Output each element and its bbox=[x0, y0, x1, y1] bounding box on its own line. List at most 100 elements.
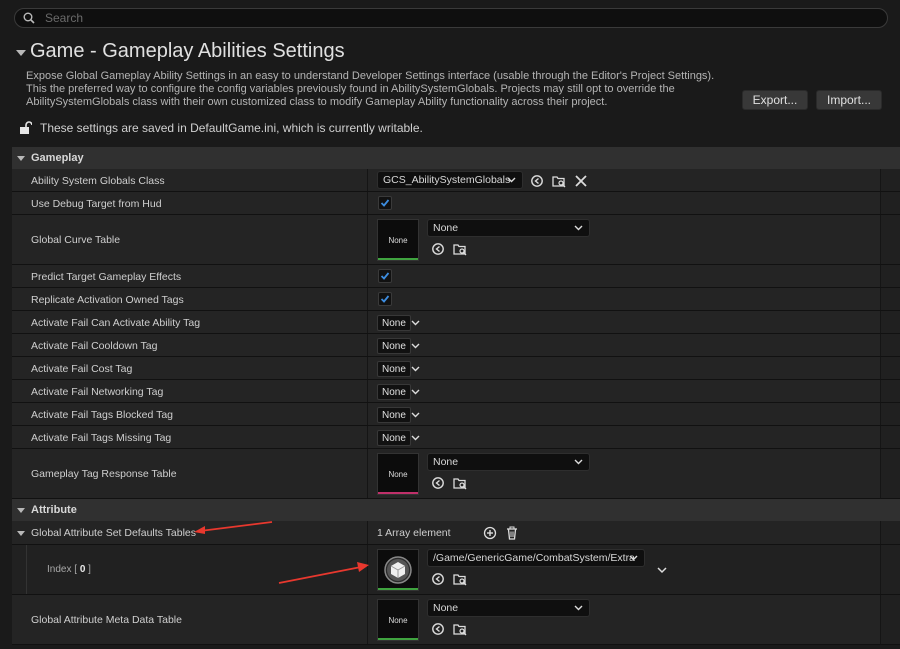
element-options-chevron-icon[interactable] bbox=[655, 563, 669, 577]
column-divider bbox=[367, 192, 368, 214]
property-row-fail-cooldown: Activate Fail Cooldown Tag None bbox=[12, 334, 880, 357]
search-icon bbox=[23, 12, 35, 24]
property-row-ability-system-globals-class: Ability System Globals Class GCS_Ability… bbox=[12, 169, 880, 192]
chevron-down-icon bbox=[507, 177, 516, 183]
asset-thumbnail[interactable] bbox=[377, 549, 419, 591]
combo-value: None bbox=[433, 602, 459, 614]
browse-folder-icon[interactable] bbox=[453, 622, 467, 636]
export-button[interactable]: Export... bbox=[742, 90, 808, 110]
predict-target-checkbox[interactable] bbox=[378, 269, 392, 283]
chevron-down-icon bbox=[574, 225, 583, 231]
property-row-use-debug-target: Use Debug Target from Hud bbox=[12, 192, 880, 215]
row-extension-strip bbox=[880, 265, 900, 288]
property-label: Activate Fail Networking Tag bbox=[31, 386, 164, 398]
tag-picker-button[interactable]: None bbox=[377, 361, 411, 377]
asset-picker-combo[interactable]: None bbox=[427, 453, 590, 471]
property-row-global-curve-table: Global Curve Table None None bbox=[12, 215, 880, 265]
property-label: Predict Target Gameplay Effects bbox=[31, 271, 182, 283]
chevron-down-icon bbox=[629, 555, 638, 561]
asset-thumbnail[interactable]: None bbox=[377, 453, 419, 495]
property-label: Ability System Globals Class bbox=[31, 175, 165, 187]
row-extension-strip bbox=[880, 403, 900, 426]
row-extension-strip bbox=[880, 192, 900, 215]
property-label: Use Debug Target from Hud bbox=[31, 198, 162, 210]
category-attribute[interactable]: Attribute bbox=[12, 499, 900, 521]
settings-header: Game - Gameplay Abilities Settings bbox=[16, 40, 345, 63]
combo-value: GCS_AbilitySystemGlobals bbox=[383, 174, 511, 186]
settings-description: Expose Global Gameplay Ability Settings … bbox=[26, 70, 726, 109]
data-table-asset-icon bbox=[384, 556, 412, 584]
asset-type-bar bbox=[378, 638, 418, 640]
chevron-down-icon[interactable] bbox=[411, 389, 420, 395]
property-row-fail-tags-blocked: Activate Fail Tags Blocked Tag None bbox=[12, 403, 880, 426]
use-selected-icon[interactable] bbox=[431, 572, 445, 586]
add-element-icon[interactable] bbox=[483, 526, 497, 540]
search-bar[interactable] bbox=[14, 8, 888, 28]
combo-value: None bbox=[433, 456, 459, 468]
asset-picker-combo[interactable]: None bbox=[427, 599, 590, 617]
property-row-attribute-defaults-tables: Global Attribute Set Defaults Tables 1 A… bbox=[12, 521, 880, 545]
unlocked-icon bbox=[20, 121, 32, 134]
column-divider bbox=[367, 334, 368, 356]
use-selected-icon[interactable] bbox=[530, 174, 544, 188]
index-prefix: Index [ bbox=[47, 564, 80, 575]
row-extension-strip bbox=[880, 521, 900, 545]
property-label: Replicate Activation Owned Tags bbox=[31, 294, 184, 306]
array-element-row: Index [ 0 ] /Game/GenericGame/CombatSyst… bbox=[12, 545, 880, 595]
chevron-down-icon[interactable] bbox=[411, 366, 420, 372]
replicate-tags-checkbox[interactable] bbox=[378, 292, 392, 306]
clear-icon[interactable] bbox=[574, 174, 588, 188]
details-panel: Gameplay Ability System Globals Class GC… bbox=[12, 147, 900, 649]
browse-folder-icon[interactable] bbox=[453, 476, 467, 490]
search-input[interactable] bbox=[45, 11, 845, 25]
trash-icon[interactable] bbox=[505, 526, 519, 540]
asset-picker-combo[interactable]: /Game/GenericGame/CombatSystem/Extra bbox=[427, 549, 645, 567]
browse-folder-icon[interactable] bbox=[552, 174, 566, 188]
tag-picker-button[interactable]: None bbox=[377, 384, 411, 400]
expand-arrow-icon[interactable] bbox=[17, 507, 25, 513]
row-extension-strip bbox=[880, 545, 900, 595]
import-button[interactable]: Import... bbox=[816, 90, 882, 110]
property-row-fail-cost: Activate Fail Cost Tag None bbox=[12, 357, 880, 380]
tag-picker-button[interactable]: None bbox=[377, 338, 411, 354]
index-suffix: ] bbox=[85, 564, 91, 575]
use-selected-icon[interactable] bbox=[431, 622, 445, 636]
property-row-attribute-meta-data-table: Global Attribute Meta Data Table None No… bbox=[12, 595, 880, 645]
category-gameplay[interactable]: Gameplay bbox=[12, 147, 900, 169]
chevron-down-icon[interactable] bbox=[411, 343, 420, 349]
asset-picker-combo[interactable]: None bbox=[427, 219, 590, 237]
browse-folder-icon[interactable] bbox=[453, 572, 467, 586]
use-selected-icon[interactable] bbox=[431, 242, 445, 256]
property-row-predict-target-effects: Predict Target Gameplay Effects bbox=[12, 265, 880, 288]
row-extension-strip bbox=[880, 215, 900, 265]
tag-picker-button[interactable]: None bbox=[377, 315, 411, 331]
checkmark-icon bbox=[380, 272, 390, 280]
row-extension-strip bbox=[880, 357, 900, 380]
expand-arrow-icon[interactable] bbox=[17, 531, 25, 536]
chevron-down-icon[interactable] bbox=[411, 320, 420, 326]
use-selected-icon[interactable] bbox=[431, 476, 445, 490]
column-divider bbox=[367, 521, 368, 544]
array-index-label: Index [ 0 ] bbox=[47, 564, 91, 575]
chevron-down-icon[interactable] bbox=[411, 435, 420, 441]
chevron-down-icon[interactable] bbox=[411, 412, 420, 418]
property-row-tag-response-table: Gameplay Tag Response Table None None bbox=[12, 449, 880, 499]
expand-arrow-icon[interactable] bbox=[17, 155, 25, 161]
class-picker-combo[interactable]: GCS_AbilitySystemGlobals bbox=[377, 171, 523, 189]
description-line: This the preferred way to configure the … bbox=[26, 83, 675, 95]
property-label: Activate Fail Can Activate Ability Tag bbox=[31, 317, 201, 329]
row-extension-strip bbox=[880, 288, 900, 311]
tag-picker-button[interactable]: None bbox=[377, 407, 411, 423]
collapse-arrow-icon[interactable] bbox=[16, 49, 26, 56]
column-divider bbox=[367, 288, 368, 310]
property-row-fail-tags-missing: Activate Fail Tags Missing Tag None bbox=[12, 426, 880, 449]
asset-type-bar bbox=[378, 588, 418, 590]
property-row-fail-can-activate: Activate Fail Can Activate Ability Tag N… bbox=[12, 311, 880, 334]
tag-picker-button[interactable]: None bbox=[377, 430, 411, 446]
asset-thumbnail[interactable]: None bbox=[377, 219, 419, 261]
browse-folder-icon[interactable] bbox=[453, 242, 467, 256]
column-divider bbox=[367, 311, 368, 333]
asset-thumbnail[interactable]: None bbox=[377, 599, 419, 641]
debug-target-checkbox[interactable] bbox=[378, 196, 392, 210]
writable-status: These settings are saved in DefaultGame.… bbox=[20, 121, 423, 135]
